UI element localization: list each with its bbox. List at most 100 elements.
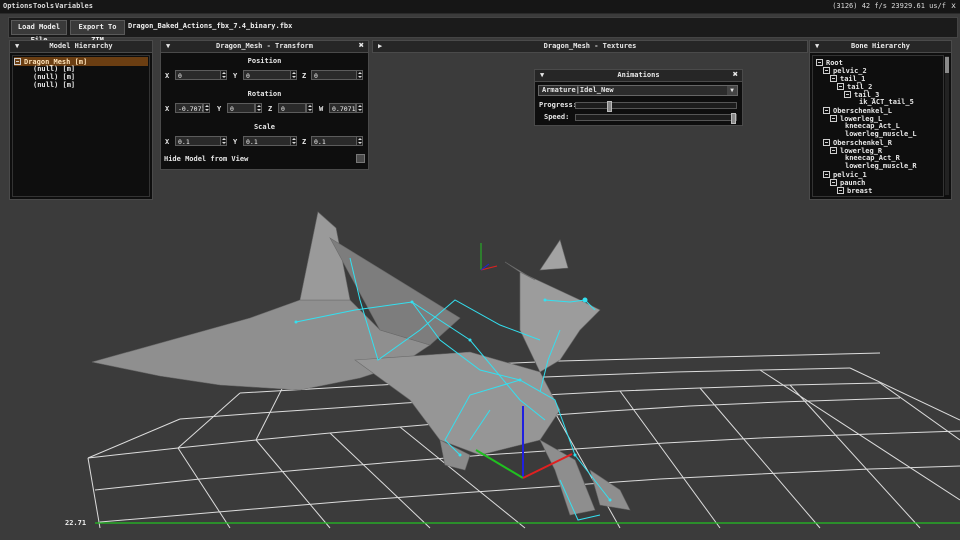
menu-options[interactable]: Options bbox=[3, 2, 33, 10]
bone-tree: Root pelvic_2 tail_1 tail_2 tail_3 ik_ACT_tai… bbox=[812, 55, 944, 197]
collapse-triangle-icon[interactable]: ▼ bbox=[540, 70, 544, 81]
tree-item-null[interactable]: (null) [m] bbox=[33, 65, 75, 73]
rotation-x-stepper[interactable] bbox=[203, 103, 210, 113]
close-icon[interactable]: x bbox=[951, 1, 956, 10]
collapse-box-icon[interactable] bbox=[816, 59, 823, 66]
speed-slider[interactable] bbox=[575, 113, 737, 124]
collapse-box-icon[interactable] bbox=[823, 67, 830, 74]
model-hierarchy-title[interactable]: ▼ Model Hierarchy bbox=[10, 41, 152, 53]
tree-item-null[interactable]: (null) [m] bbox=[33, 73, 75, 81]
bone-label: kneecap_Act_L bbox=[845, 122, 900, 130]
axis-label: X bbox=[165, 72, 170, 80]
export-ztm-button[interactable]: Export To ZTM bbox=[70, 20, 125, 44]
bone-label: kneecap_Act_R bbox=[845, 154, 900, 162]
scale-z-stepper[interactable] bbox=[356, 136, 363, 146]
axis-label: Z bbox=[268, 105, 273, 113]
bone-tree-item[interactable]: ik_ACT_tail_5 bbox=[859, 98, 914, 106]
collapse-box-icon[interactable] bbox=[837, 83, 844, 90]
model-hierarchy-panel: ▼ Model Hierarchy Dragon_Mesh [m] (null)… bbox=[9, 40, 153, 200]
position-x-stepper[interactable] bbox=[220, 70, 227, 80]
panel-title-text: Model Hierarchy bbox=[49, 42, 113, 50]
hide-model-label: Hide Model from View bbox=[164, 155, 249, 163]
position-label: Position bbox=[247, 57, 282, 65]
bone-tree-item[interactable]: kneecap_Act_R bbox=[845, 154, 900, 162]
model-tree: Dragon_Mesh [m] (null) [m] (null) [m] (n… bbox=[12, 55, 150, 197]
collapse-box-icon[interactable] bbox=[837, 187, 844, 194]
bone-hierarchy-panel: ▼ Bone Hierarchy Root pelvic_2 tail_1 tail_… bbox=[809, 40, 952, 200]
collapse-box-icon[interactable] bbox=[830, 75, 837, 82]
toolbar: Load Model File Export To ZTM Dragon_Bak… bbox=[8, 17, 958, 44]
rotation-w-stepper[interactable] bbox=[356, 103, 363, 113]
bone-tree-item[interactable]: kneecap_Act_L bbox=[845, 122, 900, 130]
hide-model-checkbox[interactable] bbox=[356, 154, 365, 163]
bone-tree-item[interactable]: breast bbox=[837, 186, 872, 195]
rotation-z-field[interactable]: 0 bbox=[278, 103, 306, 113]
scale-y-stepper[interactable] bbox=[290, 136, 297, 146]
rotation-y-field[interactable]: 0 bbox=[227, 103, 255, 113]
expand-triangle-icon[interactable]: ▶ bbox=[378, 41, 382, 52]
bone-tree-item[interactable]: lowerleg_muscle_L bbox=[845, 130, 917, 138]
textures-panel: ▶ Dragon_Mesh - Textures bbox=[372, 40, 808, 53]
collapse-box-icon[interactable] bbox=[830, 147, 837, 154]
animation-select-value: Armature|Idel_New bbox=[542, 86, 614, 94]
collapse-box-icon[interactable] bbox=[823, 107, 830, 114]
scale-x-field[interactable]: 0.1 bbox=[175, 136, 221, 146]
bone-tree-scrollbar[interactable] bbox=[945, 56, 949, 195]
collapse-box-icon[interactable] bbox=[823, 171, 830, 178]
tree-item-null[interactable]: (null) [m] bbox=[33, 81, 75, 89]
collapse-triangle-icon[interactable]: ▼ bbox=[166, 41, 170, 52]
rotation-z-stepper[interactable] bbox=[306, 103, 313, 113]
panel-title-text: Bone Hierarchy bbox=[850, 42, 910, 50]
axis-label: Y bbox=[217, 105, 222, 113]
collapse-box-icon[interactable] bbox=[830, 179, 837, 186]
chevron-down-icon[interactable]: ▼ bbox=[727, 86, 737, 95]
close-panel-icon[interactable]: ✖ bbox=[359, 41, 364, 52]
collapse-box-icon[interactable] bbox=[14, 58, 21, 65]
speed-slider-handle[interactable] bbox=[731, 113, 736, 124]
transform-panel: ▼ Dragon_Mesh - Transform ✖ Position X 0… bbox=[160, 40, 369, 170]
rotation-y-stepper[interactable] bbox=[255, 103, 262, 113]
transform-title[interactable]: ▼ Dragon_Mesh - Transform ✖ bbox=[161, 41, 368, 53]
position-z-field[interactable]: 0 bbox=[311, 70, 357, 80]
bone-label: lowerleg_muscle_R bbox=[845, 162, 917, 170]
collapse-box-icon[interactable] bbox=[823, 139, 830, 146]
collapse-box-icon[interactable] bbox=[844, 91, 851, 98]
load-model-button[interactable]: Load Model File bbox=[11, 20, 67, 44]
position-y-field[interactable]: 0 bbox=[243, 70, 291, 80]
scale-y-field[interactable]: 0.1 bbox=[243, 136, 291, 146]
animation-select[interactable]: Armature|Idel_New ▼ bbox=[538, 85, 738, 96]
collapse-triangle-icon[interactable]: ▼ bbox=[15, 41, 19, 52]
close-panel-icon[interactable]: ✖ bbox=[733, 70, 738, 81]
panel-title-text: Dragon_Mesh - Textures bbox=[543, 42, 637, 50]
axis-label: Z bbox=[302, 72, 307, 80]
axis-label: X bbox=[165, 105, 170, 113]
axis-label: Y bbox=[233, 138, 238, 146]
position-x-field[interactable]: 0 bbox=[175, 70, 221, 80]
bone-hierarchy-title[interactable]: ▼ Bone Hierarchy bbox=[810, 41, 951, 53]
scale-x-stepper[interactable] bbox=[220, 136, 227, 146]
rotation-w-field[interactable]: 0.7071 bbox=[329, 103, 356, 113]
progress-slider-handle[interactable] bbox=[607, 101, 612, 112]
menu-variables[interactable]: Variables bbox=[55, 2, 93, 10]
loaded-file-name: Dragon_Baked_Actions_fbx_7.4_binary.fbx bbox=[128, 22, 293, 30]
speed-label: Speed: bbox=[544, 113, 570, 121]
textures-title[interactable]: ▶ Dragon_Mesh - Textures bbox=[373, 41, 807, 53]
panel-title-text: Animations bbox=[617, 71, 660, 79]
scrollbar-thumb[interactable] bbox=[945, 57, 949, 73]
scale-z-field[interactable]: 0.1 bbox=[311, 136, 357, 146]
viewport-coordinate-readout: 22.71 bbox=[65, 519, 87, 527]
menu-bar: Options Tools Variables (3126) 42 f/s 23… bbox=[0, 0, 960, 14]
bone-tree-item[interactable]: lowerleg_muscle_R bbox=[845, 162, 917, 170]
axis-label: X bbox=[165, 138, 170, 146]
rotation-label: Rotation bbox=[247, 90, 282, 98]
rotation-x-field[interactable]: -0.7071 bbox=[175, 103, 205, 113]
axis-label: W bbox=[319, 105, 324, 113]
collapse-triangle-icon[interactable]: ▼ bbox=[815, 41, 819, 52]
position-z-stepper[interactable] bbox=[356, 70, 363, 80]
menu-tools[interactable]: Tools bbox=[33, 2, 54, 10]
position-y-stepper[interactable] bbox=[290, 70, 297, 80]
axis-label: Z bbox=[302, 138, 307, 146]
progress-slider[interactable] bbox=[575, 101, 737, 112]
collapse-box-icon[interactable] bbox=[830, 115, 837, 122]
animations-title[interactable]: ▼ Animations ✖ bbox=[535, 70, 742, 82]
